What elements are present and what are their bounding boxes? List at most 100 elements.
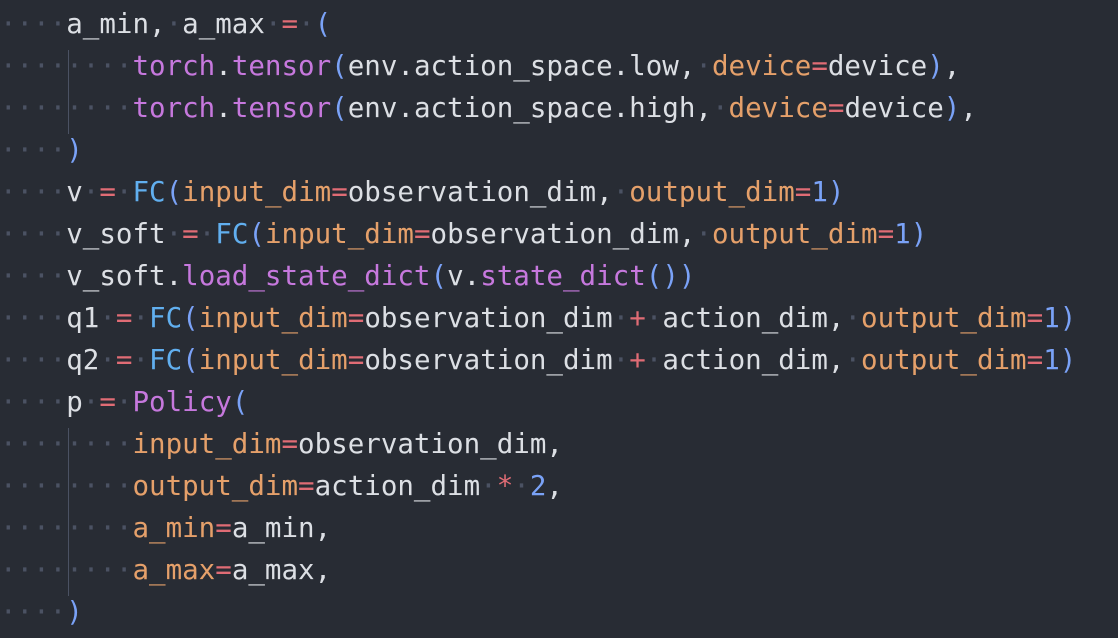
whitespace-marker: · <box>612 344 630 376</box>
code-operator: = <box>281 428 299 460</box>
code-line[interactable]: ····p·=·Policy( <box>0 381 248 423</box>
code-operator: = <box>331 176 348 208</box>
code-operator: = <box>347 344 365 376</box>
whitespace-marker: · <box>695 218 712 250</box>
code-operator: = <box>1026 302 1044 334</box>
code-paren: ) <box>943 92 961 124</box>
code-operator: = <box>347 302 365 334</box>
whitespace-marker: ···· <box>0 134 67 166</box>
code-keyword-arg: device <box>711 50 812 82</box>
whitespace-marker: · <box>115 386 133 418</box>
whitespace-marker: ········ <box>0 428 133 460</box>
code-identifier: action_dim, <box>662 344 845 376</box>
code-keyword-arg: input_dim <box>182 176 332 208</box>
code-number: 1 <box>1043 344 1060 376</box>
code-identifier: device <box>844 92 944 124</box>
whitespace-marker: · <box>165 218 183 250</box>
whitespace-marker: ···· <box>0 176 67 208</box>
code-identifier: v <box>66 176 83 208</box>
code-keyword-arg: output_dim <box>861 302 1027 334</box>
code-class: FC <box>132 176 166 208</box>
code-keyword-arg: a_max <box>132 554 216 586</box>
code-line[interactable]: ····q2·=·FC(input_dim=observation_dim·+·… <box>0 339 1076 381</box>
code-dot: . <box>463 260 481 292</box>
whitespace-marker: · <box>298 8 315 40</box>
code-line[interactable]: ········output_dim=action_dim·*·2, <box>0 465 563 507</box>
code-identifier: q1 <box>66 302 100 334</box>
code-paren: ) <box>927 50 944 82</box>
code-identifier: observation_dim, <box>298 428 563 460</box>
code-paren: ) <box>66 596 83 628</box>
code-paren: ( <box>331 92 348 124</box>
code-module: torch <box>132 92 216 124</box>
code-paren: ) <box>66 134 83 166</box>
code-line[interactable]: ····) <box>0 591 83 633</box>
whitespace-marker: ···· <box>0 260 67 292</box>
code-keyword-arg: output_dim <box>712 218 878 250</box>
code-class: FC <box>215 218 249 250</box>
whitespace-marker: ···· <box>0 344 67 376</box>
code-keyword-arg: a_min <box>132 512 216 544</box>
code-line[interactable]: ····) <box>0 129 83 171</box>
code-class: FC <box>149 302 183 334</box>
whitespace-marker: · <box>264 8 282 40</box>
code-paren: ( <box>182 344 199 376</box>
code-paren: ) <box>910 218 928 250</box>
code-number: 1 <box>811 176 828 208</box>
code-operator: = <box>811 50 828 82</box>
code-operator: = <box>215 512 232 544</box>
whitespace-marker: · <box>844 302 862 334</box>
code-line[interactable]: ········a_max=a_max, <box>0 549 331 591</box>
code-paren: ( <box>182 302 199 334</box>
whitespace-marker: · <box>513 470 530 502</box>
code-identifier: v <box>447 260 464 292</box>
whitespace-marker: · <box>165 8 183 40</box>
whitespace-marker: ···· <box>0 8 67 40</box>
whitespace-marker: ········ <box>0 50 133 82</box>
code-operator: = <box>794 176 812 208</box>
code-keyword-arg: output_dim <box>132 470 299 502</box>
code-identifier: p <box>66 386 83 418</box>
code-function: state_dict <box>480 260 646 292</box>
code-line[interactable]: ····a_min,·a_max·=·( <box>0 3 331 45</box>
code-line[interactable]: ········input_dim=observation_dim, <box>0 423 563 465</box>
code-keyword-arg: device <box>728 92 828 124</box>
code-line[interactable]: ····v·=·FC(input_dim=observation_dim,·ou… <box>0 171 844 213</box>
code-operator: = <box>827 92 845 124</box>
code-line[interactable]: ····q1·=·FC(input_dim=observation_dim·+·… <box>0 297 1076 339</box>
whitespace-marker: · <box>480 470 497 502</box>
code-identifier: , <box>960 92 977 124</box>
code-keyword-arg: input_dim <box>132 428 282 460</box>
code-identifier: observation_dim, <box>430 218 696 250</box>
code-line[interactable]: ········a_min=a_min, <box>0 507 331 549</box>
code-operator: = <box>99 176 116 208</box>
code-dot: . <box>165 260 183 292</box>
code-identifier: observation_dim, <box>347 176 613 208</box>
code-operator: = <box>182 218 199 250</box>
code-number: 2 <box>529 470 547 502</box>
code-line[interactable]: ····v_soft·=·FC(input_dim=observation_di… <box>0 213 927 255</box>
code-function: tensor <box>231 50 332 82</box>
code-dot: . <box>215 92 232 124</box>
code-operator: = <box>215 554 232 586</box>
whitespace-marker: · <box>645 344 663 376</box>
code-paren: ) <box>1059 302 1077 334</box>
code-line[interactable]: ········torch.tensor(env.action_space.lo… <box>0 45 960 87</box>
code-paren: ( <box>231 386 249 418</box>
code-identifier: v_soft <box>66 218 166 250</box>
code-editor[interactable]: ····a_min,·a_max·=·(········torch.tensor… <box>0 0 1118 638</box>
code-line[interactable]: ········torch.tensor(env.action_space.hi… <box>0 87 977 129</box>
code-identifier: action_dim, <box>662 302 845 334</box>
code-paren: ( <box>314 8 332 40</box>
code-paren: ( <box>430 260 448 292</box>
whitespace-marker: ···· <box>0 596 67 628</box>
code-keyword-arg: input_dim <box>198 302 348 334</box>
code-identifier: , <box>943 50 961 82</box>
code-identifier: env.action_space.low, <box>347 50 696 82</box>
code-paren: ()) <box>645 260 696 292</box>
code-line[interactable]: ····v_soft.load_state_dict(v.state_dict(… <box>0 255 695 297</box>
code-class: FC <box>149 344 183 376</box>
code-function: load_state_dict <box>182 260 431 292</box>
code-identifier: a_max, <box>231 554 332 586</box>
whitespace-marker: · <box>198 218 216 250</box>
